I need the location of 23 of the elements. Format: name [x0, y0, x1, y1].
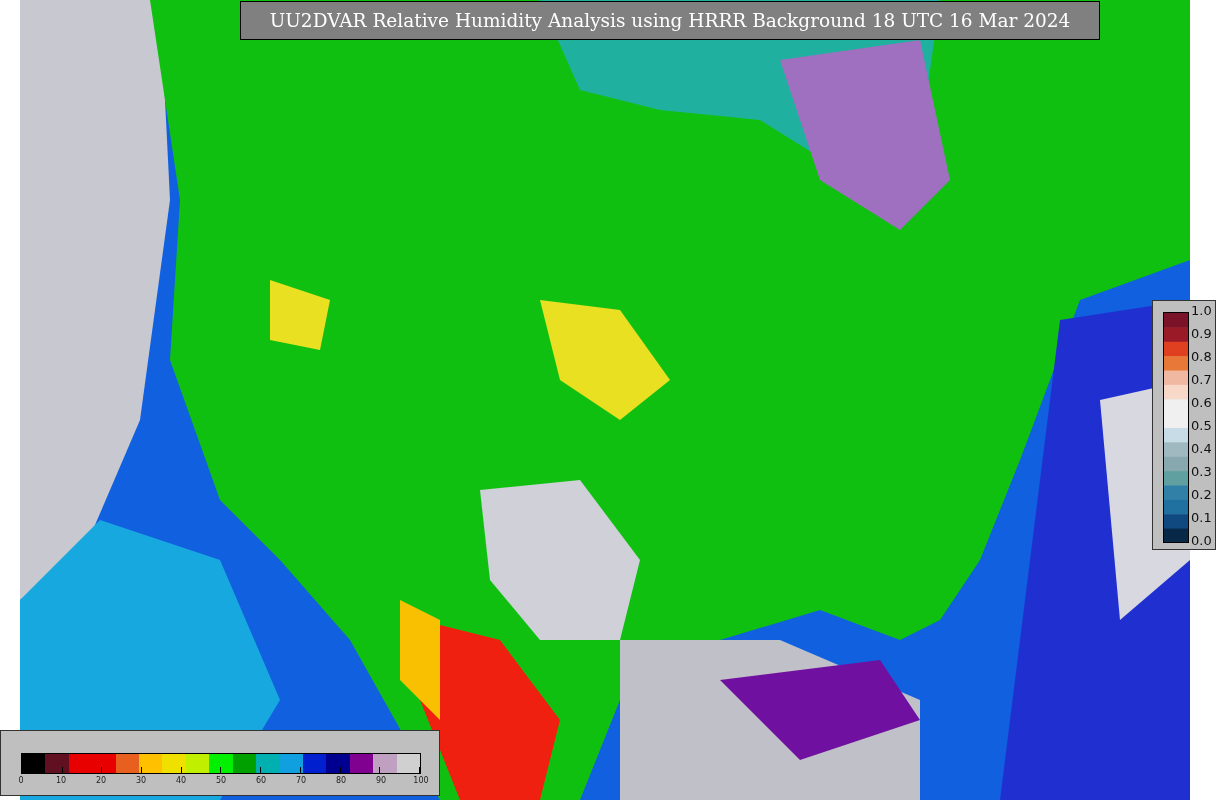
tick-label: 0.2: [1191, 487, 1212, 503]
tick-label: 80: [334, 777, 348, 785]
tick-label: 30: [134, 777, 148, 785]
tick-label: 0.5: [1191, 418, 1212, 434]
tick-label: 90: [374, 777, 388, 785]
tick-label: 10: [54, 777, 68, 785]
tick-label: 0.8: [1191, 349, 1212, 365]
tick-label: 0.0: [1191, 533, 1212, 549]
tick-label: 0.9: [1191, 326, 1212, 342]
tick-label: 0.4: [1191, 441, 1212, 457]
tick-label: 100: [412, 777, 430, 785]
tick-label: 20: [94, 777, 108, 785]
tick-label: 40: [174, 777, 188, 785]
tick-label: 1.0: [1191, 303, 1212, 319]
map-title: UU2DVAR Relative Humidity Analysis using HRRR Background 18 UTC 16 Mar 2024: [240, 1, 1100, 40]
tick-label: 70: [294, 777, 308, 785]
tick-label: 0.7: [1191, 372, 1212, 388]
tick-label: 0.1: [1191, 510, 1212, 526]
tick-label: 60: [254, 777, 268, 785]
tick-label: 50: [214, 777, 228, 785]
tick-label: 0.3: [1191, 464, 1212, 480]
tick-label: 0.6: [1191, 395, 1212, 411]
tick-label: 0: [17, 777, 25, 785]
